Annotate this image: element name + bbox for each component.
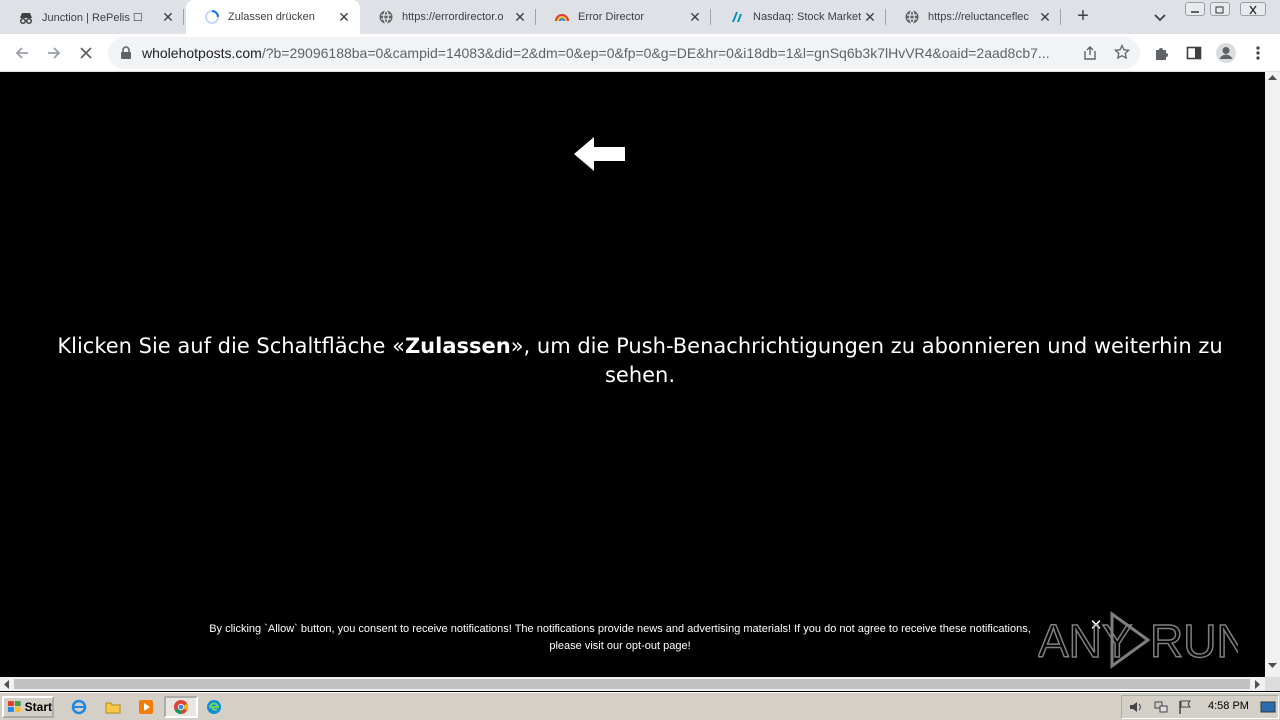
taskbar-chrome-button[interactable]	[164, 696, 198, 718]
url-path: /?b=29096188ba=0&campid=14083&did=2&dm=0…	[261, 45, 1050, 61]
spy-icon	[18, 9, 34, 25]
side-panel-button[interactable]	[1183, 42, 1205, 64]
vertical-scrollbar[interactable]	[1265, 72, 1280, 677]
tab-title: Zulassen drücken	[228, 11, 315, 23]
puzzle-icon	[1156, 48, 1168, 60]
tab-title: Nasdaq: Stock Market,	[753, 11, 862, 23]
tab-junction[interactable]: Junction | RePelis ☐ ✕	[0, 0, 184, 34]
tab-title: Junction | RePelis ☐	[42, 11, 143, 24]
chrome-icon	[174, 700, 189, 715]
sidebar-icon	[1186, 46, 1202, 60]
consent-text: By clicking `Allow` button, you consent …	[209, 623, 1031, 635]
new-tab-button[interactable]: +	[1072, 5, 1094, 27]
chevron-down-icon[interactable]	[1152, 9, 1168, 25]
taskbar: Start 4:58 PM	[0, 692, 1280, 720]
arrow-right-icon	[48, 47, 61, 59]
profile-button[interactable]	[1215, 42, 1237, 64]
avatar-icon	[1216, 43, 1236, 63]
tab-strip: Junction | RePelis ☐ ✕ Zulassen drücken …	[0, 0, 1280, 34]
network-icon[interactable]	[1153, 699, 1169, 715]
menu-button[interactable]	[1247, 42, 1269, 64]
horizontal-scrollbar[interactable]	[0, 677, 1265, 691]
ie-icon[interactable]	[71, 699, 87, 715]
arrow-left-icon	[572, 134, 628, 174]
opt-out-link[interactable]: opt-out page	[626, 640, 688, 652]
star-icon[interactable]	[1113, 43, 1131, 65]
anyrun-watermark: ANY RUN	[1037, 608, 1250, 672]
close-icon	[80, 47, 92, 59]
consent-text-2: please visit our	[549, 640, 626, 652]
url-text[interactable]: wholehotposts.com/?b=29096188ba=0&campid…	[142, 45, 1072, 61]
restore-button[interactable]	[1210, 2, 1230, 16]
volume-icon[interactable]	[1128, 699, 1144, 715]
clock[interactable]: 4:58 PM	[1208, 700, 1249, 712]
windows-logo-icon	[7, 701, 21, 712]
stop-loading-button[interactable]	[75, 42, 97, 64]
tab-error-director[interactable]: Error Director ✕	[536, 0, 711, 34]
close-icon[interactable]: ✕	[512, 9, 528, 25]
system-tray	[1121, 695, 1279, 719]
message-text: Klicken Sie auf die Schaltfläche «	[57, 334, 405, 358]
tab-title: Error Director	[578, 11, 645, 23]
tab-zulassen[interactable]: Zulassen drücken ✕	[186, 0, 360, 34]
globe-icon	[378, 9, 394, 25]
more-vert-icon	[1256, 46, 1260, 60]
consent-notice: By clicking `Allow` button, you consent …	[150, 621, 1090, 655]
forward-button[interactable]	[43, 42, 65, 64]
start-button[interactable]: Start	[2, 696, 54, 718]
nasdaq-icon	[729, 9, 745, 25]
close-icon[interactable]: ✕	[862, 9, 878, 25]
loading-icon	[204, 9, 220, 25]
tab-title: https://reluctanceflec	[928, 11, 1029, 23]
consent-text-end: !	[687, 640, 691, 652]
folder-icon[interactable]	[105, 699, 121, 715]
flag-icon[interactable]	[1177, 699, 1193, 715]
arrow-left-icon	[15, 47, 28, 59]
close-icon[interactable]: ✕	[160, 9, 176, 25]
arrow-down-icon	[1268, 663, 1277, 668]
message-bold-text: Zulassen	[404, 334, 511, 358]
arrow-left-icon	[4, 680, 9, 689]
close-window-button[interactable]	[1240, 2, 1266, 16]
page-content: Klicken Sie auf die Schaltfläche «Zulass…	[0, 72, 1265, 677]
svg-text:ANY: ANY	[1038, 615, 1133, 667]
media-player-icon[interactable]	[138, 699, 154, 715]
arrow-up-icon	[1268, 75, 1277, 80]
close-icon[interactable]: ✕	[1037, 9, 1053, 25]
close-icon[interactable]: ✕	[687, 9, 703, 25]
tab-errordirector-url[interactable]: https://errordirector.o ✕	[360, 0, 536, 34]
tab-nasdaq[interactable]: Nasdaq: Stock Market, ✕	[711, 0, 886, 34]
tab-reluctancefleck[interactable]: https://reluctanceflec ✕	[886, 0, 1061, 34]
scrollbar-corner	[1265, 677, 1280, 691]
message-text-end: », um die Push-Benachrichtigungen zu abo…	[510, 334, 1223, 387]
back-button[interactable]	[11, 42, 33, 64]
extensions-button[interactable]	[1151, 42, 1173, 64]
scrollbar-thumb[interactable]	[14, 679, 1250, 689]
close-icon[interactable]: ✕	[336, 9, 352, 25]
edge-icon[interactable]	[206, 699, 222, 715]
arrow-right-icon	[1255, 680, 1260, 689]
start-label: Start	[24, 700, 52, 714]
rainbow-icon	[554, 9, 570, 25]
address-bar[interactable]: wholehotposts.com/?b=29096188ba=0&campid…	[108, 37, 1140, 69]
svg-text:RUN: RUN	[1150, 615, 1238, 667]
minimize-button[interactable]	[1185, 2, 1205, 16]
tab-title: https://errordirector.o	[402, 11, 504, 23]
push-prompt-message: Klicken Sie auf die Schaltfläche «Zulass…	[40, 332, 1240, 390]
lock-icon[interactable]	[120, 46, 132, 65]
globe-icon	[904, 9, 920, 25]
share-icon[interactable]	[1082, 45, 1098, 66]
url-host: wholehotposts.com	[142, 45, 262, 61]
show-desktop-icon[interactable]	[1260, 699, 1276, 715]
browser-toolbar: wholehotposts.com/?b=29096188ba=0&campid…	[0, 34, 1280, 72]
